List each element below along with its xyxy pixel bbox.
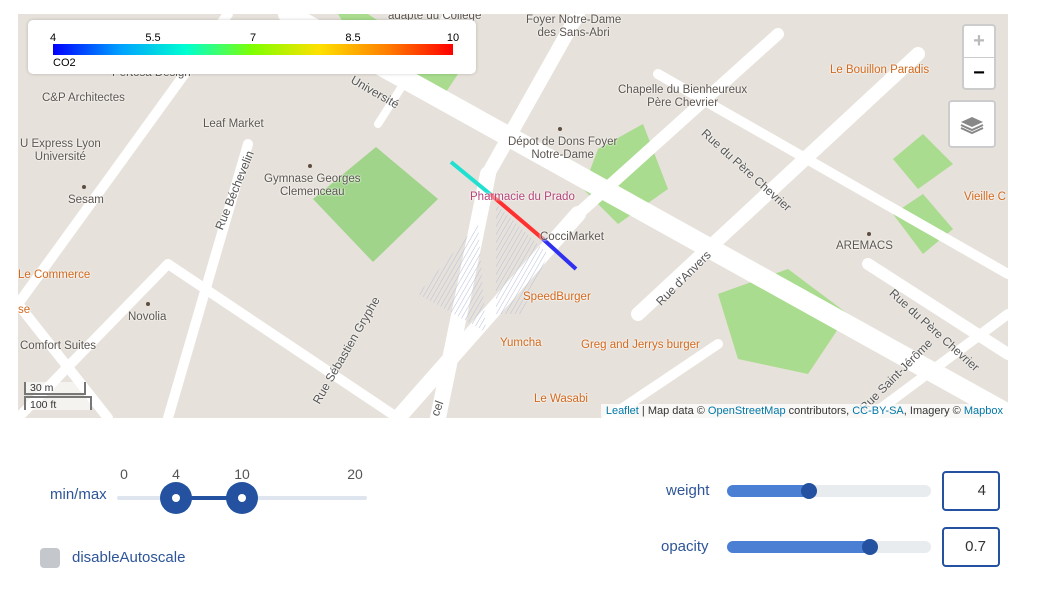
mapbox-link[interactable]: Mapbox	[964, 405, 1003, 417]
minmax-tick: 20	[347, 466, 363, 482]
map-label: AREMACS	[836, 240, 893, 252]
opacity-slider-thumb[interactable]	[861, 539, 878, 555]
poi-dot	[558, 127, 562, 131]
map-label: Novolia	[128, 311, 167, 323]
attribution-text: contributors,	[785, 405, 853, 417]
map-label: U Express Lyon Université	[20, 138, 101, 163]
map-label: Vieille C	[964, 191, 1006, 203]
map-label: SpeedBurger	[523, 291, 591, 303]
max-handle[interactable]	[226, 482, 258, 514]
zoom-out-button[interactable]: −	[964, 58, 994, 89]
weight-slider[interactable]	[727, 483, 931, 499]
poi-dot	[82, 185, 86, 189]
map-label: Gymnase Georges Clemenceau	[264, 173, 361, 198]
poi-dot	[308, 164, 312, 168]
map-attribution: Leaflet | Map data © OpenStreetMap contr…	[600, 404, 1008, 418]
opacity-slider[interactable]	[727, 539, 931, 555]
leaflet-link[interactable]: Leaflet	[606, 405, 639, 417]
minmax-tick: 10	[234, 466, 250, 482]
map-label: Leaf Market	[203, 118, 264, 130]
zoom-in-button[interactable]: +	[964, 26, 994, 58]
map[interactable]: adapte du Collège Foyer Notre-Dame des S…	[18, 14, 1008, 418]
min-handle[interactable]	[160, 482, 192, 514]
map-label: Comfort Suites	[20, 340, 97, 352]
legend-tick: 5.5	[145, 32, 161, 44]
legend-variable-name: CO2	[53, 57, 76, 69]
map-label: Sesam	[68, 194, 104, 206]
legend-tick: 4	[49, 32, 57, 44]
disable-autoscale-label: disableAutoscale	[72, 549, 186, 566]
colorbar	[53, 44, 453, 55]
opacity-input[interactable]: 0.7	[942, 527, 1000, 567]
opacity-slider-fill	[727, 541, 870, 553]
minmax-tick: 4	[172, 466, 180, 482]
minmax-tick: 0	[120, 466, 128, 482]
legend-tick: 8.5	[345, 32, 361, 44]
scale-bar: 30 m 100 ft	[24, 382, 92, 411]
legend-ticks: 4 5.5 7 8.5 10	[49, 32, 459, 44]
map-label: C&P Architectes	[42, 92, 125, 104]
opacity-label: opacity	[661, 538, 709, 555]
map-label: Le Bouillon Paradis	[830, 64, 930, 76]
license-link[interactable]: CC-BY-SA	[852, 405, 904, 417]
scale-imperial: 100 ft	[24, 396, 92, 411]
scale-metric: 30 m	[24, 382, 86, 395]
map-label: Le Commerce	[18, 269, 91, 281]
poi-dot	[867, 232, 871, 236]
poi-dot	[146, 302, 150, 306]
map-label: Yumcha	[500, 337, 542, 349]
colorbar-legend: 4 5.5 7 8.5 10 CO2	[28, 20, 476, 74]
legend-tick: 7	[249, 32, 257, 44]
attribution-text: | Map data ©	[638, 405, 708, 417]
layers-button[interactable]	[948, 100, 996, 148]
map-label: Greg and Jerrys burger	[581, 339, 700, 351]
map-label: Dépot de Dons Foyer Notre-Dame	[508, 136, 618, 161]
weight-label: weight	[666, 482, 710, 499]
map-label: se	[18, 304, 31, 316]
weight-input[interactable]: 4	[942, 471, 1000, 511]
attribution-text: , Imagery ©	[903, 405, 964, 417]
minmax-label: min/max	[50, 486, 107, 503]
zoom-control: + −	[962, 24, 996, 90]
disable-autoscale-checkbox[interactable]	[40, 548, 60, 568]
map-label: CocciMarket	[540, 231, 604, 243]
weight-slider-fill	[727, 485, 809, 497]
map-label: Le Wasabi	[534, 393, 588, 405]
map-label: Pharmacie du Prado	[470, 191, 575, 203]
osm-link[interactable]: OpenStreetMap	[708, 405, 786, 417]
weight-slider-thumb[interactable]	[800, 483, 817, 499]
map-label: Foyer Notre-Dame des Sans-Abri	[526, 14, 622, 39]
legend-tick: 10	[446, 32, 460, 44]
layers-icon	[960, 117, 984, 135]
map-label: Chapelle du Bienheureux Père Chevrier	[618, 84, 748, 109]
